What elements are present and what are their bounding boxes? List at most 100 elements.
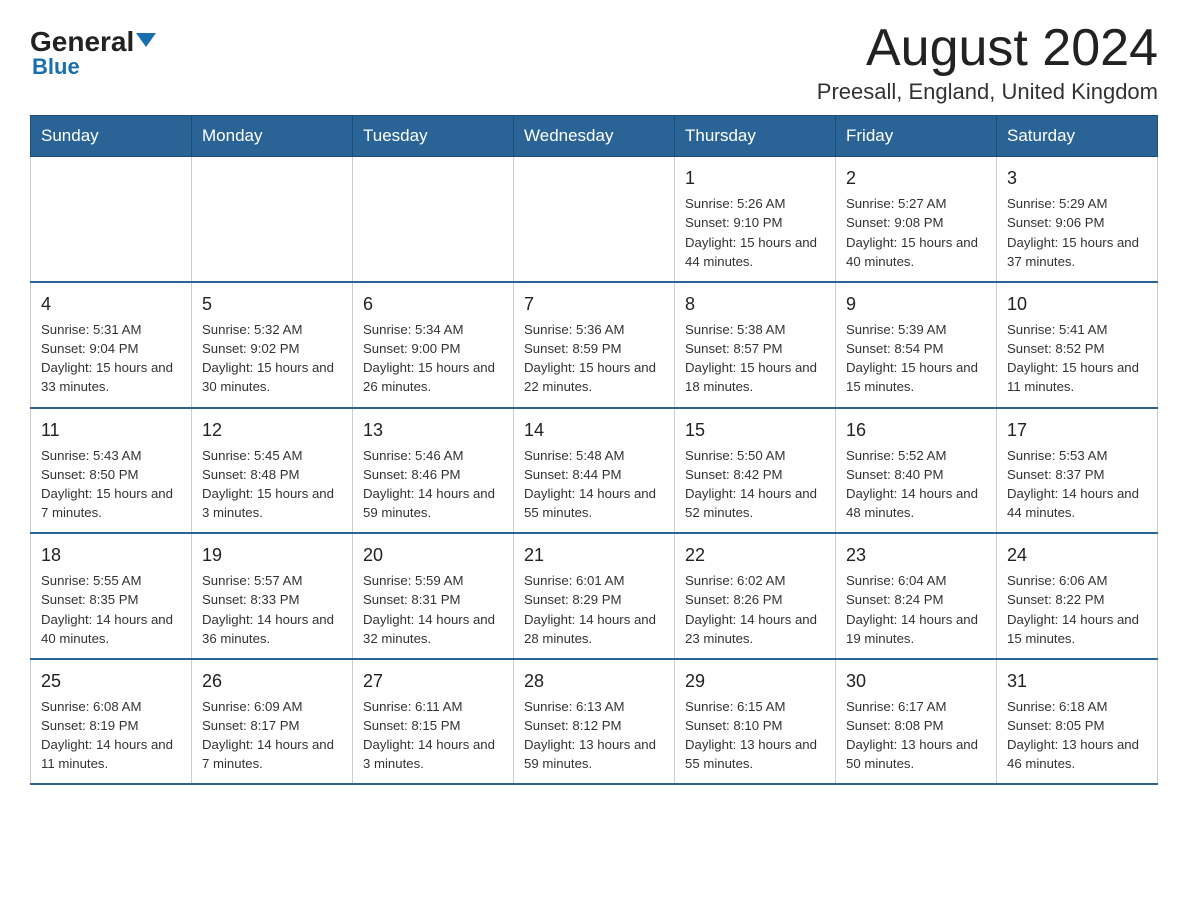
day-number: 17 bbox=[1007, 417, 1147, 443]
day-info: Sunrise: 5:27 AM Sunset: 9:08 PM Dayligh… bbox=[846, 194, 986, 271]
day-info: Sunrise: 6:01 AM Sunset: 8:29 PM Dayligh… bbox=[524, 571, 664, 648]
day-info: Sunrise: 5:53 AM Sunset: 8:37 PM Dayligh… bbox=[1007, 446, 1147, 523]
day-number: 18 bbox=[41, 542, 181, 568]
calendar-cell: 17 Sunrise: 5:53 AM Sunset: 8:37 PM Dayli… bbox=[997, 408, 1158, 534]
day-number: 31 bbox=[1007, 668, 1147, 694]
calendar-cell: 8 Sunrise: 5:38 AM Sunset: 8:57 PM Daylig… bbox=[675, 282, 836, 408]
day-info: Sunrise: 5:45 AM Sunset: 8:48 PM Dayligh… bbox=[202, 446, 342, 523]
calendar-table: SundayMondayTuesdayWednesdayThursdayFrid… bbox=[30, 115, 1158, 785]
day-info: Sunrise: 5:38 AM Sunset: 8:57 PM Dayligh… bbox=[685, 320, 825, 397]
day-info: Sunrise: 5:26 AM Sunset: 9:10 PM Dayligh… bbox=[685, 194, 825, 271]
day-number: 16 bbox=[846, 417, 986, 443]
day-number: 5 bbox=[202, 291, 342, 317]
calendar-cell: 1 Sunrise: 5:26 AM Sunset: 9:10 PM Daylig… bbox=[675, 157, 836, 282]
day-info: Sunrise: 6:02 AM Sunset: 8:26 PM Dayligh… bbox=[685, 571, 825, 648]
day-number: 26 bbox=[202, 668, 342, 694]
calendar-cell: 27 Sunrise: 6:11 AM Sunset: 8:15 PM Dayli… bbox=[353, 659, 514, 785]
title-block: August 2024 Preesall, England, United Ki… bbox=[817, 20, 1158, 105]
calendar-cell: 23 Sunrise: 6:04 AM Sunset: 8:24 PM Dayli… bbox=[836, 533, 997, 659]
day-number: 3 bbox=[1007, 165, 1147, 191]
calendar-cell: 6Sunrise: 5:34 AM Sunset: 9:00 PM Daylig… bbox=[353, 282, 514, 408]
day-info: Sunrise: 5:46 AM Sunset: 8:46 PM Dayligh… bbox=[363, 446, 503, 523]
calendar-cell: 31Sunrise: 6:18 AM Sunset: 8:05 PM Dayli… bbox=[997, 659, 1158, 785]
day-info: Sunrise: 6:11 AM Sunset: 8:15 PM Dayligh… bbox=[363, 697, 503, 774]
calendar-cell: 29 Sunrise: 6:15 AM Sunset: 8:10 PM Dayli… bbox=[675, 659, 836, 785]
calendar-cell: 30 Sunrise: 6:17 AM Sunset: 8:08 PM Dayli… bbox=[836, 659, 997, 785]
day-info: Sunrise: 5:57 AM Sunset: 8:33 PM Dayligh… bbox=[202, 571, 342, 648]
weekday-header-tuesday: Tuesday bbox=[353, 116, 514, 157]
weekday-header-monday: Monday bbox=[192, 116, 353, 157]
day-number: 8 bbox=[685, 291, 825, 317]
calendar-cell: 9Sunrise: 5:39 AM Sunset: 8:54 PM Daylig… bbox=[836, 282, 997, 408]
calendar-week-4: 18 Sunrise: 5:55 AM Sunset: 8:35 PM Dayli… bbox=[31, 533, 1158, 659]
day-info: Sunrise: 6:08 AM Sunset: 8:19 PM Dayligh… bbox=[41, 697, 181, 774]
calendar-cell: 10 Sunrise: 5:41 AM Sunset: 8:52 PM Dayli… bbox=[997, 282, 1158, 408]
calendar-cell: 26 Sunrise: 6:09 AM Sunset: 8:17 PM Dayli… bbox=[192, 659, 353, 785]
calendar-cell: 13Sunrise: 5:46 AM Sunset: 8:46 PM Dayli… bbox=[353, 408, 514, 534]
logo: General Blue bbox=[30, 28, 156, 80]
calendar-header-row: SundayMondayTuesdayWednesdayThursdayFrid… bbox=[31, 116, 1158, 157]
main-title: August 2024 bbox=[817, 20, 1158, 77]
day-number: 14 bbox=[524, 417, 664, 443]
page-header: General Blue August 2024 Preesall, Engla… bbox=[30, 20, 1158, 105]
calendar-cell: 15Sunrise: 5:50 AM Sunset: 8:42 PM Dayli… bbox=[675, 408, 836, 534]
day-info: Sunrise: 5:59 AM Sunset: 8:31 PM Dayligh… bbox=[363, 571, 503, 648]
calendar-cell: 2 Sunrise: 5:27 AM Sunset: 9:08 PM Daylig… bbox=[836, 157, 997, 282]
weekday-header-wednesday: Wednesday bbox=[514, 116, 675, 157]
calendar-cell bbox=[192, 157, 353, 282]
day-info: Sunrise: 5:43 AM Sunset: 8:50 PM Dayligh… bbox=[41, 446, 181, 523]
day-info: Sunrise: 5:41 AM Sunset: 8:52 PM Dayligh… bbox=[1007, 320, 1147, 397]
day-number: 9 bbox=[846, 291, 986, 317]
day-number: 30 bbox=[846, 668, 986, 694]
day-number: 20 bbox=[363, 542, 503, 568]
calendar-cell bbox=[353, 157, 514, 282]
day-info: Sunrise: 5:32 AM Sunset: 9:02 PM Dayligh… bbox=[202, 320, 342, 397]
subtitle: Preesall, England, United Kingdom bbox=[817, 79, 1158, 105]
day-number: 1 bbox=[685, 165, 825, 191]
day-number: 21 bbox=[524, 542, 664, 568]
day-number: 2 bbox=[846, 165, 986, 191]
day-number: 22 bbox=[685, 542, 825, 568]
calendar-cell bbox=[514, 157, 675, 282]
calendar-cell: 21 Sunrise: 6:01 AM Sunset: 8:29 PM Dayli… bbox=[514, 533, 675, 659]
calendar-cell: 20 Sunrise: 5:59 AM Sunset: 8:31 PM Dayli… bbox=[353, 533, 514, 659]
day-number: 28 bbox=[524, 668, 664, 694]
calendar-week-5: 25 Sunrise: 6:08 AM Sunset: 8:19 PM Dayli… bbox=[31, 659, 1158, 785]
day-info: Sunrise: 5:48 AM Sunset: 8:44 PM Dayligh… bbox=[524, 446, 664, 523]
day-number: 10 bbox=[1007, 291, 1147, 317]
weekday-header-sunday: Sunday bbox=[31, 116, 192, 157]
day-number: 27 bbox=[363, 668, 503, 694]
calendar-cell: 14 Sunrise: 5:48 AM Sunset: 8:44 PM Dayli… bbox=[514, 408, 675, 534]
day-info: Sunrise: 5:29 AM Sunset: 9:06 PM Dayligh… bbox=[1007, 194, 1147, 271]
day-info: Sunrise: 5:34 AM Sunset: 9:00 PM Dayligh… bbox=[363, 320, 503, 397]
calendar-cell: 25 Sunrise: 6:08 AM Sunset: 8:19 PM Dayli… bbox=[31, 659, 192, 785]
calendar-cell: 5 Sunrise: 5:32 AM Sunset: 9:02 PM Daylig… bbox=[192, 282, 353, 408]
day-info: Sunrise: 5:55 AM Sunset: 8:35 PM Dayligh… bbox=[41, 571, 181, 648]
day-info: Sunrise: 5:31 AM Sunset: 9:04 PM Dayligh… bbox=[41, 320, 181, 397]
calendar-cell: 18 Sunrise: 5:55 AM Sunset: 8:35 PM Dayli… bbox=[31, 533, 192, 659]
day-info: Sunrise: 6:17 AM Sunset: 8:08 PM Dayligh… bbox=[846, 697, 986, 774]
calendar-cell: 22 Sunrise: 6:02 AM Sunset: 8:26 PM Dayli… bbox=[675, 533, 836, 659]
day-info: Sunrise: 6:06 AM Sunset: 8:22 PM Dayligh… bbox=[1007, 571, 1147, 648]
day-number: 7 bbox=[524, 291, 664, 317]
weekday-header-thursday: Thursday bbox=[675, 116, 836, 157]
day-info: Sunrise: 6:15 AM Sunset: 8:10 PM Dayligh… bbox=[685, 697, 825, 774]
day-number: 4 bbox=[41, 291, 181, 317]
day-number: 23 bbox=[846, 542, 986, 568]
day-info: Sunrise: 5:52 AM Sunset: 8:40 PM Dayligh… bbox=[846, 446, 986, 523]
calendar-cell: 19 Sunrise: 5:57 AM Sunset: 8:33 PM Dayli… bbox=[192, 533, 353, 659]
weekday-header-saturday: Saturday bbox=[997, 116, 1158, 157]
logo-blue: Blue bbox=[32, 54, 80, 80]
day-number: 29 bbox=[685, 668, 825, 694]
calendar-week-2: 4 Sunrise: 5:31 AM Sunset: 9:04 PM Daylig… bbox=[31, 282, 1158, 408]
calendar-cell: 28 Sunrise: 6:13 AM Sunset: 8:12 PM Dayli… bbox=[514, 659, 675, 785]
day-info: Sunrise: 6:13 AM Sunset: 8:12 PM Dayligh… bbox=[524, 697, 664, 774]
day-number: 25 bbox=[41, 668, 181, 694]
day-info: Sunrise: 6:09 AM Sunset: 8:17 PM Dayligh… bbox=[202, 697, 342, 774]
day-info: Sunrise: 6:04 AM Sunset: 8:24 PM Dayligh… bbox=[846, 571, 986, 648]
logo-triangle-icon bbox=[136, 33, 156, 47]
day-info: Sunrise: 5:36 AM Sunset: 8:59 PM Dayligh… bbox=[524, 320, 664, 397]
day-number: 19 bbox=[202, 542, 342, 568]
calendar-cell: 7 Sunrise: 5:36 AM Sunset: 8:59 PM Daylig… bbox=[514, 282, 675, 408]
calendar-week-3: 11Sunrise: 5:43 AM Sunset: 8:50 PM Dayli… bbox=[31, 408, 1158, 534]
